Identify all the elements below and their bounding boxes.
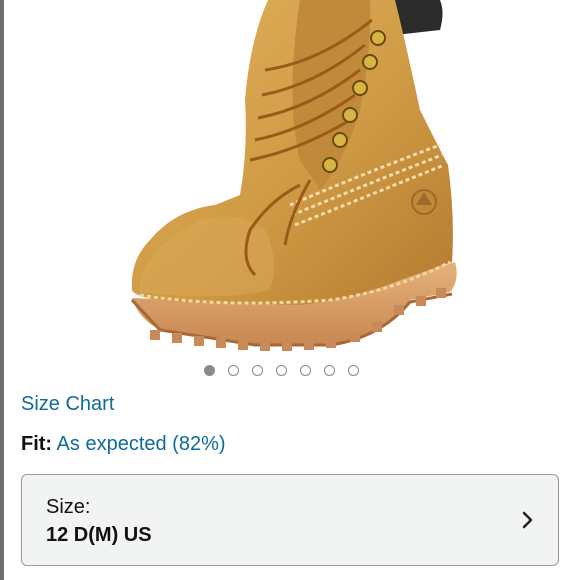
size-value: 12 D(M) US xyxy=(46,524,152,546)
carousel-dot[interactable] xyxy=(252,365,263,376)
fit-value-link[interactable]: As expected (82%) xyxy=(57,433,226,455)
fit-label: Fit: xyxy=(21,433,53,455)
fit-info: Fit: As expected (82%) xyxy=(21,433,226,456)
size-label: Size: xyxy=(46,496,91,518)
size-chart-link[interactable]: Size Chart xyxy=(21,393,114,416)
carousel-dot[interactable] xyxy=(276,365,287,376)
carousel-dot[interactable] xyxy=(348,365,359,376)
carousel-dot[interactable] xyxy=(204,365,215,376)
boot-image[interactable] xyxy=(0,0,580,360)
size-selector[interactable]: Size: 12 D(M) US xyxy=(21,474,559,566)
carousel-dot[interactable] xyxy=(228,365,239,376)
carousel-dot[interactable] xyxy=(300,365,311,376)
carousel-dot[interactable] xyxy=(324,365,335,376)
carousel-dots xyxy=(204,365,359,376)
chevron-right-icon xyxy=(522,511,533,529)
